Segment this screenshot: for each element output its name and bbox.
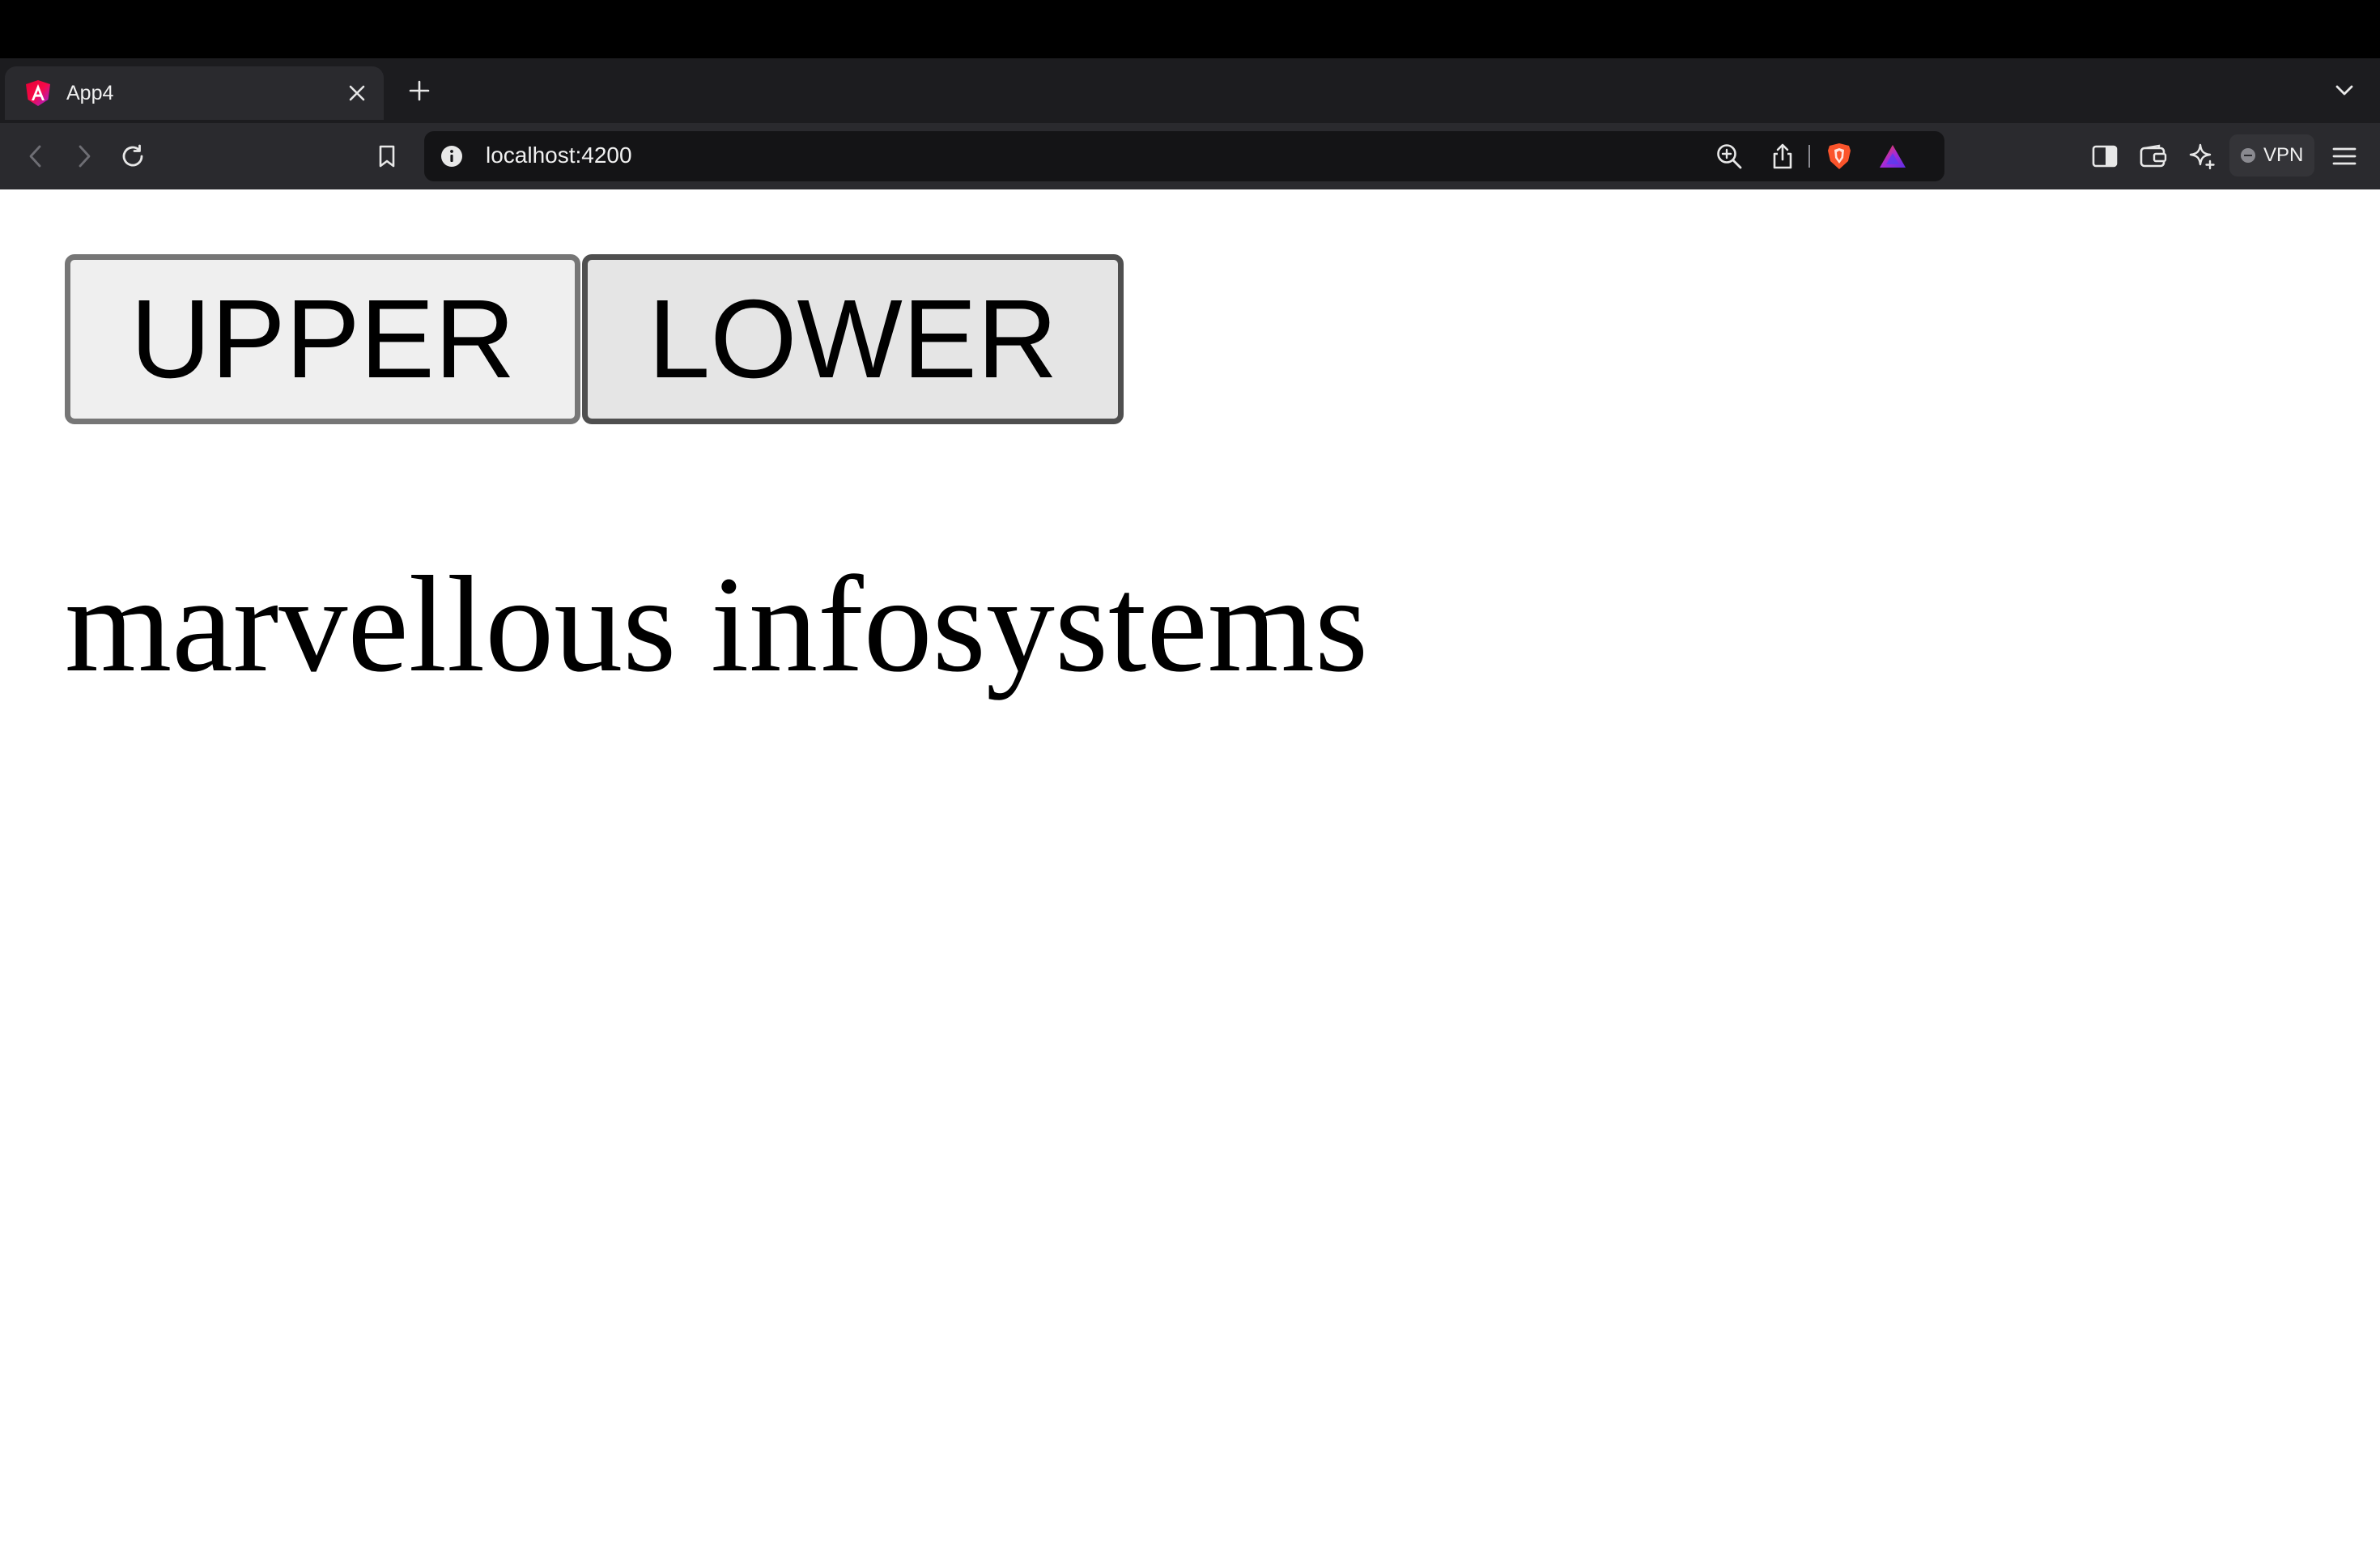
vpn-label: VPN	[2263, 144, 2304, 166]
lower-button[interactable]: LOWER	[582, 254, 1124, 424]
address-bar[interactable]: localhost:4200	[424, 131, 1944, 181]
leo-ai-icon[interactable]	[2182, 137, 2221, 176]
bookmark-icon[interactable]	[368, 137, 406, 176]
browser-tab-active[interactable]: App4	[5, 66, 384, 120]
close-icon[interactable]	[342, 78, 372, 108]
chevron-right-icon[interactable]	[65, 137, 104, 176]
tab-strip: App4	[0, 58, 2380, 123]
plus-icon[interactable]	[403, 74, 436, 107]
vpn-status-icon	[2241, 148, 2255, 163]
upper-button[interactable]: UPPER	[65, 254, 581, 424]
angular-logo-icon	[24, 79, 52, 107]
toolbar-divider	[1808, 145, 1810, 168]
case-button-group: UPPER LOWER	[65, 254, 1125, 424]
url-text[interactable]: localhost:4200	[486, 142, 632, 168]
os-top-bar	[0, 0, 2380, 58]
browser-toolbar: localhost:4200 VPN	[0, 123, 2380, 189]
wallet-icon[interactable]	[2134, 137, 2173, 176]
sidebar-icon[interactable]	[2085, 137, 2124, 176]
tab-title: App4	[66, 81, 114, 104]
page-content: UPPER LOWER marvellous infosystems	[0, 189, 2380, 1548]
info-icon[interactable]	[437, 142, 466, 171]
brave-rewards-icon[interactable]	[1873, 137, 1912, 176]
share-icon[interactable]	[1763, 137, 1802, 176]
reload-icon[interactable]	[113, 137, 152, 176]
zoom-in-icon[interactable]	[1710, 137, 1749, 176]
display-text: marvellous infosystems	[65, 548, 1369, 700]
hamburger-menu-icon[interactable]	[2325, 137, 2364, 176]
chevron-down-icon[interactable]	[2328, 74, 2361, 107]
chevron-left-icon[interactable]	[16, 137, 55, 176]
brave-shields-icon[interactable]	[1820, 137, 1859, 176]
vpn-button[interactable]: VPN	[2229, 134, 2315, 176]
